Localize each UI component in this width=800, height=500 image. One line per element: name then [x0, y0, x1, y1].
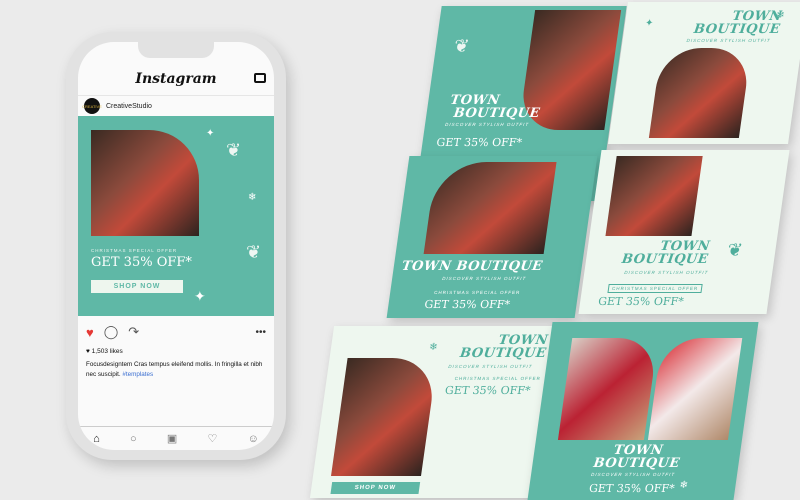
card-offer: GET 35% OFF* [444, 384, 532, 397]
share-icon[interactable]: ↷ [128, 324, 139, 340]
phone-mockup: Instagram CREATIVE CreativeStudio ✦ ❦ ❄ … [66, 32, 286, 460]
template-card-2: TOWN BOUTIQUE DISCOVER STYLISH OUTFIT ✦ ❄ [608, 2, 800, 144]
template-card-6: TOWN BOUTIQUE DISCOVER STYLISH OUTFIT GET… [527, 322, 759, 500]
shop-now-button[interactable]: SHOP NOW [91, 280, 183, 293]
holly-leaf-icon: ❦ [452, 36, 471, 56]
card-photo [331, 358, 438, 476]
card-offer: GET 35% OFF* [423, 298, 511, 311]
comment-icon[interactable]: ◯ [104, 324, 119, 340]
inbox-icon[interactable] [254, 73, 266, 83]
card-offer: GET 35% OFF* [588, 482, 676, 495]
card-title: TOWN BOUTIQUE [449, 93, 541, 121]
post-photo [91, 130, 199, 236]
card-title: TOWN BOUTIQUE [692, 9, 783, 37]
caption: Focusdesigntem Cras tempus eleifend moll… [86, 360, 266, 380]
card-offer-label: CHRISTMAS SPECIAL OFFER [433, 290, 521, 295]
template-card-3: TOWN BOUTIQUE DISCOVER STYLISH OUTFIT CH… [386, 156, 598, 318]
avatar[interactable]: CREATIVE [82, 98, 102, 114]
card-photo [423, 162, 557, 254]
camera-icon[interactable]: ▣ [167, 432, 177, 445]
home-icon[interactable]: ⌂ [93, 433, 100, 445]
card-title: TOWN BOUTIQUE [592, 443, 681, 471]
card-subtitle: DISCOVER STYLISH OUTFIT [686, 38, 771, 43]
username[interactable]: CreativeStudio [106, 103, 152, 110]
likes-text: 1,503 likes [91, 348, 123, 355]
post-author[interactable]: CREATIVE CreativeStudio [82, 98, 152, 114]
like-count: ♥ 1,503 likes [86, 348, 123, 355]
template-card-5: TOWN BOUTIQUE DISCOVER STYLISH OUTFIT CHR… [309, 326, 557, 498]
card-subtitle: DISCOVER STYLISH OUTFIT [623, 270, 709, 275]
card-title: TOWN BOUTIQUE [620, 239, 712, 267]
sparkle-icon: ✦ [194, 288, 206, 304]
card-subtitle: DISCOVER STYLISH OUTFIT [590, 472, 676, 477]
card-offer-label: CHRISTMAS SPECIAL OFFER [454, 376, 542, 381]
post-actions: ♥ ◯ ↷ ••• [86, 324, 266, 340]
card-subtitle: DISCOVER STYLISH OUTFIT [448, 364, 533, 369]
activity-icon[interactable]: ♡ [208, 432, 218, 445]
card-title: TOWN BOUTIQUE [458, 333, 550, 361]
app-title: Instagram [135, 71, 217, 87]
phone-notch [138, 42, 214, 58]
card-subtitle: DISCOVER STYLISH OUTFIT [444, 122, 530, 127]
card-title: TOWN BOUTIQUE [400, 259, 544, 274]
snowflake-icon: ❄ [248, 192, 257, 203]
search-icon[interactable]: ○ [130, 433, 137, 445]
card-photo [557, 338, 659, 440]
phone-screen: Instagram CREATIVE CreativeStudio ✦ ❦ ❄ … [78, 42, 274, 450]
card-photo [648, 48, 752, 138]
hashtag-link[interactable]: #templates [122, 371, 153, 378]
card-photo [605, 156, 703, 236]
card-photo [647, 338, 743, 440]
holly-leaf-icon: ❦ [726, 240, 744, 260]
more-icon[interactable]: ••• [255, 327, 266, 338]
holly-leaf-icon: ❦ [226, 140, 242, 160]
instagram-header: Instagram [78, 70, 274, 96]
snowflake-icon: ❄ [428, 342, 439, 353]
offer-text: GET 35% OFF* [91, 255, 192, 270]
sparkle-icon: ✦ [206, 128, 215, 139]
heart-icon[interactable]: ♥ [86, 325, 94, 340]
shop-now-button[interactable]: SHOP NOW [330, 482, 421, 494]
snowflake-icon: ❄ [775, 10, 786, 21]
card-offer: GET 35% OFF* [435, 136, 523, 149]
card-offer-label: CHRISTMAS SPECIAL OFFER [607, 284, 703, 293]
template-card-4: TOWN BOUTIQUE DISCOVER STYLISH OUTFIT CHR… [578, 150, 790, 314]
profile-icon[interactable]: ☺ [248, 433, 259, 445]
offer-label: CHRISTMAS SPECIAL OFFER [91, 248, 178, 253]
sparkle-icon: ✦ [644, 18, 655, 29]
post-image[interactable]: ✦ ❦ ❄ ❦ CHRISTMAS SPECIAL OFFER GET 35% … [78, 116, 274, 316]
caption-text: Focusdesigntem Cras tempus eleifend moll… [86, 361, 263, 378]
card-subtitle: DISCOVER STYLISH OUTFIT [441, 276, 527, 281]
card-offer: GET 35% OFF* [597, 295, 685, 308]
bottom-nav: ⌂ ○ ▣ ♡ ☺ [78, 426, 274, 450]
holly-leaf-icon: ❦ [246, 242, 262, 262]
snowflake-icon: ❄ [678, 480, 689, 491]
